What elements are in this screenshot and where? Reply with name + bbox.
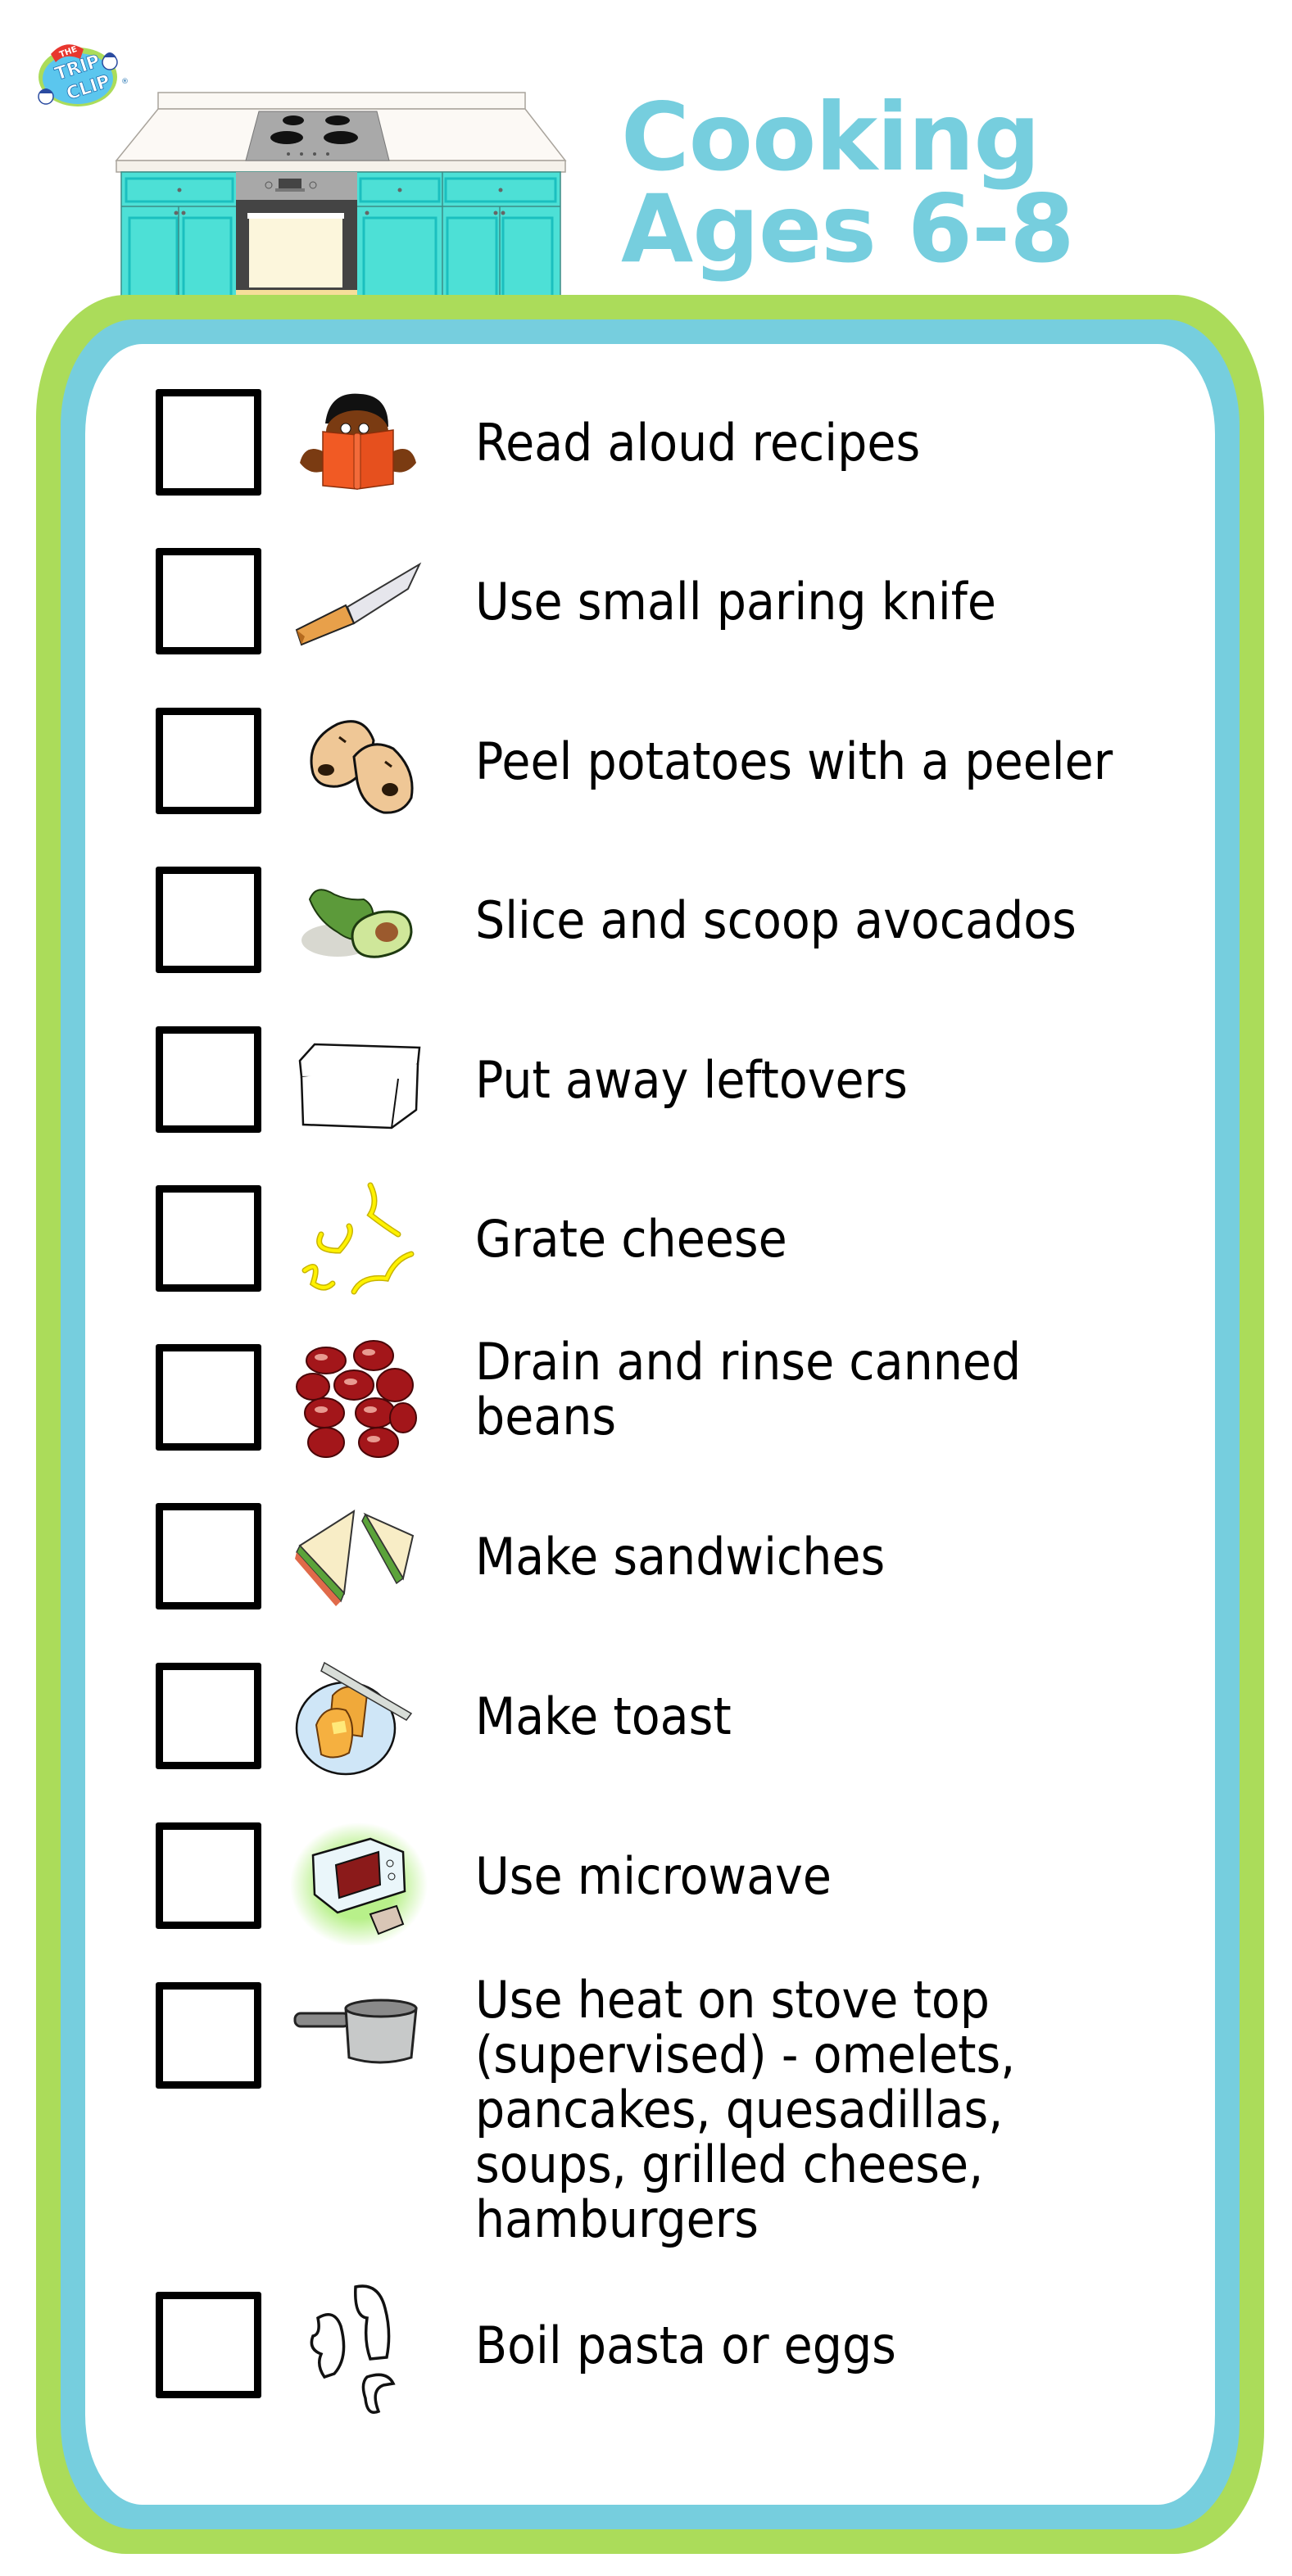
checkbox[interactable] — [156, 1344, 261, 1451]
checklist-item: Drain and rinse canned beans — [0, 1334, 1292, 1458]
checkbox[interactable] — [156, 548, 261, 654]
checklist-item: Slice and scoop avocados — [0, 867, 1292, 973]
checklist-item: Peel potatoes with a peeler — [0, 708, 1292, 814]
item-label: Slice and scoop avocados — [475, 890, 1077, 950]
grated-cheese-icon — [288, 1169, 429, 1308]
item-label: Use heat on stove top (supervised) - ome… — [475, 1970, 1016, 2249]
checkbox[interactable] — [156, 708, 261, 814]
checkbox[interactable] — [156, 1026, 261, 1133]
item-label: Peel potatoes with a peeler — [475, 731, 1113, 791]
item-label: Use microwave — [475, 1845, 832, 1906]
item-label: Drain and rinse canned beans — [475, 1332, 1022, 1446]
checkbox[interactable] — [156, 1982, 261, 2089]
checklist-item: Make sandwiches — [0, 1503, 1292, 1609]
checkbox[interactable] — [156, 1663, 261, 1769]
registered-mark: ® — [121, 78, 129, 86]
checklist-item: Grate cheese — [0, 1182, 1292, 1295]
pasta-icon — [288, 2275, 429, 2415]
saucepan-icon — [288, 1966, 429, 2105]
item-label: Boil pasta or eggs — [475, 2315, 896, 2375]
item-label: Grate cheese — [475, 1208, 787, 1269]
container-icon — [288, 1010, 429, 1149]
checkbox[interactable] — [156, 1822, 261, 1929]
title-line-2: Ages 6-8 — [621, 174, 1075, 283]
item-label: Make sandwiches — [475, 1526, 886, 1587]
checkbox[interactable] — [156, 1185, 261, 1292]
item-label: Read aloud recipes — [475, 412, 921, 473]
checklist-item: Use microwave — [0, 1822, 1292, 1947]
checklist-item: Use heat on stove top (supervised) - ome… — [0, 1972, 1292, 2247]
checklist-item: Read aloud recipes — [0, 389, 1292, 496]
toast-icon — [288, 1646, 429, 1786]
title-line-1: Cooking — [621, 83, 1040, 192]
avocado-icon — [288, 850, 429, 989]
beans-icon — [288, 1328, 429, 1467]
checkbox[interactable] — [156, 2292, 261, 2398]
checklist-item: Boil pasta or eggs — [0, 2284, 1292, 2414]
item-label: Use small paring knife — [475, 571, 996, 632]
item-label: Put away leftovers — [475, 1049, 908, 1110]
checklist-item: Make toast — [0, 1661, 1292, 1776]
checkbox[interactable] — [156, 389, 261, 496]
checkbox[interactable] — [156, 1503, 261, 1609]
page-title: Cooking Ages 6-8 — [621, 83, 1075, 283]
checklist-item: Use small paring knife — [0, 548, 1292, 654]
microwave-icon — [288, 1806, 429, 1947]
item-label: Make toast — [475, 1686, 732, 1746]
knife-icon — [288, 532, 429, 671]
checkbox[interactable] — [156, 867, 261, 973]
sandwich-icon — [288, 1487, 429, 1626]
checklist-item: Put away leftovers — [0, 1026, 1292, 1133]
potatoes-icon — [288, 691, 429, 831]
reading-child-icon — [288, 373, 429, 512]
kitchen-illustration — [113, 88, 569, 320]
